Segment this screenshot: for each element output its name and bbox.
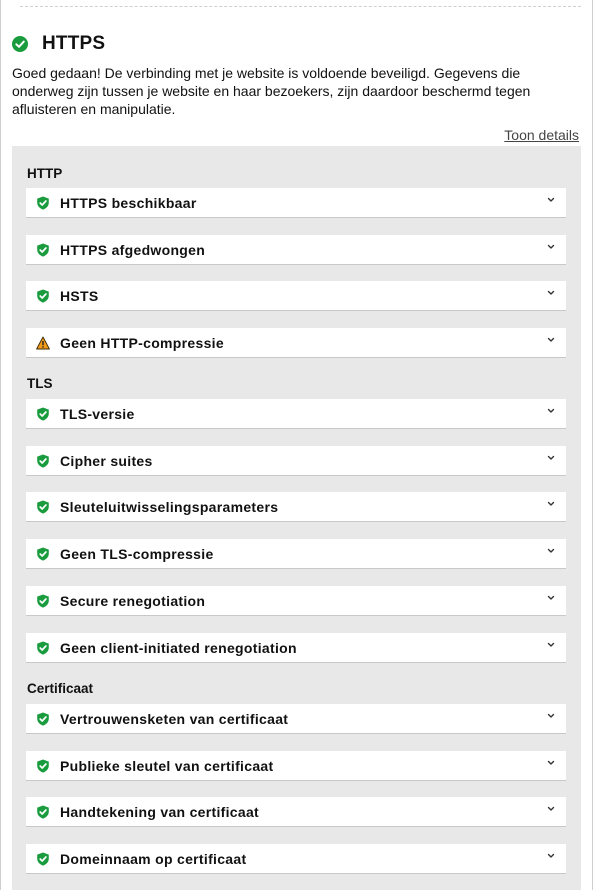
check-item-label: Geen client-initiated renegotiation	[60, 639, 297, 656]
check-item-label: Secure renegotiation	[60, 592, 206, 609]
check-item-label: TLS-versie	[60, 405, 135, 422]
check-item[interactable]: HTTPS beschikbaar	[26, 188, 566, 218]
check-item[interactable]: Geen client-initiated renegotiation	[26, 633, 566, 663]
check-circle-icon	[12, 36, 28, 52]
check-item[interactable]: Handtekening van certificaat	[26, 797, 566, 827]
shield-check-icon	[37, 712, 49, 726]
check-item[interactable]: Secure renegotiation	[26, 586, 566, 616]
check-item[interactable]: TLS-versie	[26, 399, 566, 429]
shield-check-icon	[37, 407, 49, 421]
details-panel: HTTP HTTPS beschikbaar HTTPS afgedwongen HS…	[12, 146, 581, 890]
check-item[interactable]: Publieke sleutel van certificaat	[26, 751, 566, 781]
chevron-down-icon[interactable]	[546, 851, 556, 861]
chevron-down-icon[interactable]	[546, 335, 556, 345]
check-item-label: Domeinnaam op certificaat	[60, 850, 247, 867]
chevron-down-icon[interactable]	[546, 711, 556, 721]
warning-triangle-icon	[36, 336, 50, 349]
section-title: Certificaat	[27, 681, 94, 696]
chevron-down-icon[interactable]	[546, 758, 556, 768]
shield-check-icon	[37, 196, 49, 210]
shield-check-icon	[37, 852, 49, 866]
chevron-down-icon[interactable]	[546, 640, 556, 650]
check-item-label: HTTPS beschikbaar	[60, 194, 197, 211]
check-item-label: Geen HTTP-compressie	[60, 334, 224, 351]
shield-check-icon	[37, 547, 49, 561]
section-title: TLS	[27, 376, 53, 391]
chevron-down-icon[interactable]	[546, 804, 556, 814]
page-title: HTTPS	[42, 33, 106, 54]
check-item[interactable]: Geen TLS-compressie	[26, 539, 566, 569]
divider	[20, 6, 581, 7]
shield-check-icon	[37, 289, 49, 303]
check-item[interactable]: Domeinnaam op certificaat	[26, 844, 566, 874]
chevron-down-icon[interactable]	[546, 288, 556, 298]
check-item-label: Cipher suites	[60, 452, 153, 469]
section-title: HTTP	[27, 166, 63, 181]
check-item-label: Handtekening van certificaat	[60, 803, 260, 820]
shield-check-icon	[37, 243, 49, 257]
chevron-down-icon[interactable]	[546, 453, 556, 463]
check-item[interactable]: Sleuteluitwisselingsparameters	[26, 492, 566, 522]
chevron-down-icon[interactable]	[546, 242, 556, 252]
check-item[interactable]: Geen HTTP-compressie	[26, 328, 566, 358]
shield-check-icon	[37, 454, 49, 468]
result-summary: Goed gedaan! De verbinding met je websit…	[12, 65, 531, 117]
check-item-label: Sleuteluitwisselingsparameters	[60, 498, 279, 515]
check-item-label: HSTS	[60, 287, 99, 304]
shield-check-icon	[37, 500, 49, 514]
chevron-down-icon[interactable]	[546, 406, 556, 416]
shield-check-icon	[37, 759, 49, 773]
check-item-label: Geen TLS-compressie	[60, 545, 214, 562]
check-item[interactable]: Vertrouwensketen van certificaat	[26, 704, 566, 734]
chevron-down-icon[interactable]	[546, 546, 556, 556]
check-item[interactable]: Cipher suites	[26, 446, 566, 476]
check-item-label: Publieke sleutel van certificaat	[60, 757, 274, 774]
chevron-down-icon[interactable]	[546, 593, 556, 603]
check-item[interactable]: HTTPS afgedwongen	[26, 235, 566, 265]
show-details-link[interactable]: Toon details	[504, 127, 579, 143]
shield-check-icon	[37, 805, 49, 819]
check-item-label: HTTPS afgedwongen	[60, 241, 206, 258]
check-item[interactable]: HSTS	[26, 281, 566, 311]
shield-check-icon	[37, 594, 49, 608]
shield-check-icon	[37, 641, 49, 655]
check-item-label: Vertrouwensketen van certificaat	[60, 710, 289, 727]
result-header: HTTPS	[12, 33, 105, 55]
chevron-down-icon[interactable]	[546, 499, 556, 509]
chevron-down-icon[interactable]	[546, 195, 556, 205]
